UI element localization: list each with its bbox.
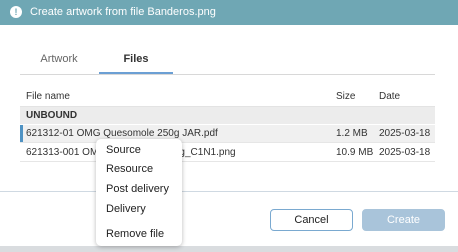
dialog-title: Create artwork from file Banderos.png <box>30 6 216 18</box>
group-row-unbound: UNBOUND <box>20 107 435 124</box>
info-icon: ! <box>10 6 22 18</box>
footer-divider <box>0 191 458 192</box>
menu-item-source[interactable]: Source <box>106 142 141 158</box>
selection-indicator <box>20 125 23 142</box>
file-date: 2025-03-18 <box>379 128 431 139</box>
menu-item-post-delivery[interactable]: Post delivery <box>106 181 169 197</box>
column-header-size[interactable]: Size <box>336 88 355 108</box>
tab-artwork[interactable]: Artwork <box>20 50 98 72</box>
background-strip <box>0 246 458 252</box>
table-row[interactable]: 621313-001 OMG Quesomole 250g_C1N1.png 1… <box>20 144 435 161</box>
cancel-button[interactable]: Cancel <box>270 209 353 231</box>
file-size: 10.9 MB <box>336 147 374 158</box>
dialog-header: ! Create artwork from file Banderos.png <box>0 0 458 25</box>
group-label: UNBOUND <box>26 110 78 121</box>
menu-item-resource[interactable]: Resource <box>106 161 153 177</box>
tab-bar: Artwork Files <box>20 50 435 75</box>
create-button[interactable]: Create <box>362 209 445 231</box>
tab-files[interactable]: Files <box>99 50 173 74</box>
column-header-date[interactable]: Date <box>379 88 400 108</box>
column-header-name[interactable]: File name <box>26 88 70 108</box>
table-row[interactable]: 621312-01 OMG Quesomole 250g JAR.pdf 1.2… <box>20 125 435 142</box>
file-date: 2025-03-18 <box>379 147 431 158</box>
menu-item-remove-file[interactable]: Remove file <box>106 226 164 242</box>
row-divider <box>20 161 435 162</box>
menu-item-delivery[interactable]: Delivery <box>106 201 146 217</box>
file-size: 1.2 MB <box>336 128 368 139</box>
context-menu: Source Resource Post delivery Delivery R… <box>96 139 182 246</box>
row-divider <box>20 142 435 143</box>
